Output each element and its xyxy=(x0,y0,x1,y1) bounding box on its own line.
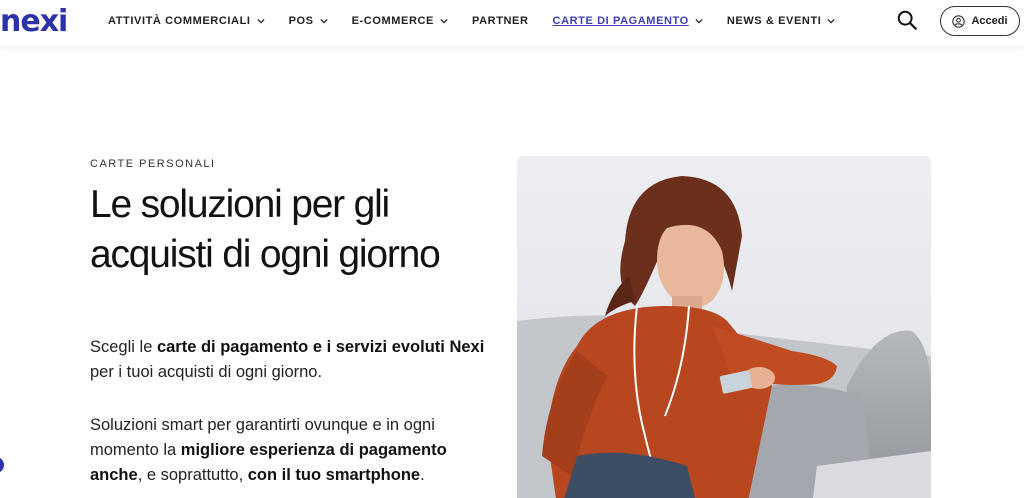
site-header: nexi ATTIVITÀ COMMERCIALI POS E-COMMERCE… xyxy=(0,0,1024,46)
search-icon[interactable] xyxy=(896,9,918,31)
login-label: Accedi xyxy=(971,15,1008,27)
nav-label: POS xyxy=(288,15,314,27)
hero-image xyxy=(517,156,931,498)
nexi-logo[interactable]: nexi xyxy=(0,6,68,38)
hero-title: Le soluzioni per gli acquisti di ogni gi… xyxy=(90,183,441,276)
nav-label: PARTNER xyxy=(471,15,529,27)
chevron-down-icon xyxy=(440,18,448,24)
nav-label: ATTIVITÀ COMMERCIALI xyxy=(108,15,251,27)
text-run: Scegli le xyxy=(90,338,157,356)
nav-item-news-eventi[interactable]: NEWS & EVENTI xyxy=(727,15,836,27)
user-circle-icon xyxy=(952,14,966,28)
nav-label: CARTE DI PAGAMENTO xyxy=(552,15,689,27)
text-run: , e soprattutto, xyxy=(137,466,248,484)
chevron-down-icon xyxy=(256,18,265,24)
nav-label: E-COMMERCE xyxy=(351,15,434,27)
nav-item-pos[interactable]: POS xyxy=(289,15,328,27)
chevron-down-icon xyxy=(827,18,836,24)
main-nav: ATTIVITÀ COMMERCIALI POS E-COMMERCE PART… xyxy=(108,0,859,42)
login-button[interactable]: Accedi xyxy=(940,6,1020,36)
text-run-bold: carte di pagamento e i servizi evoluti N… xyxy=(156,338,485,356)
text-run: . xyxy=(420,466,425,484)
hero-paragraph-2: Soluzioni smart per garantirti ovunque e… xyxy=(90,413,490,488)
nav-item-partner[interactable]: PARTNER xyxy=(472,15,529,27)
nav-item-carte-di-pagamento[interactable]: CARTE DI PAGAMENTO xyxy=(553,15,703,27)
chevron-down-icon xyxy=(695,18,703,24)
hero-paragraph-1: Scegli le carte di pagamento e i servizi… xyxy=(90,335,490,385)
chevron-down-icon xyxy=(319,18,328,24)
nav-item-attivita-commerciali[interactable]: ATTIVITÀ COMMERCIALI xyxy=(108,15,265,27)
nav-label: NEWS & EVENTI xyxy=(726,15,822,27)
text-run-bold: con il tuo smartphone xyxy=(247,466,421,484)
text-run: per i tuoi acquisti di ogni giorno. xyxy=(90,363,323,381)
side-widget-tab[interactable] xyxy=(0,457,4,473)
hero-eyebrow: CARTE PERSONALI xyxy=(90,158,216,170)
nav-item-e-commerce[interactable]: E-COMMERCE xyxy=(352,15,448,27)
